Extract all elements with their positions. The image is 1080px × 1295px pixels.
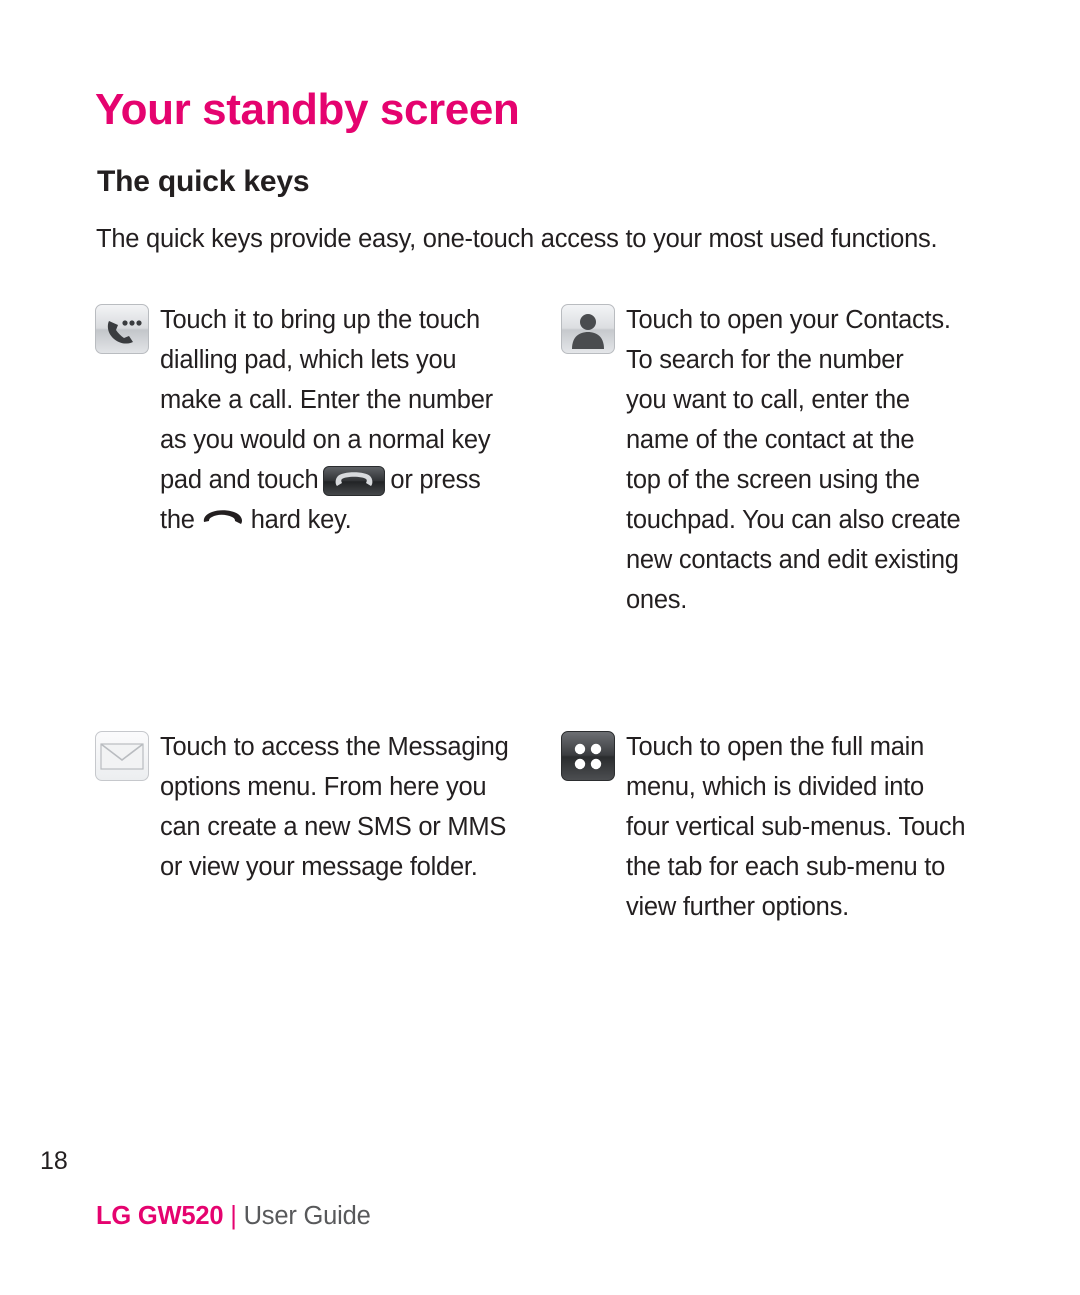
contacts-line-2: To search for the number: [626, 346, 904, 374]
messaging-line-4: or view your message folder.: [160, 853, 478, 881]
section-heading: The quick keys: [97, 164, 310, 198]
call-line-6-post: hard key.: [250, 506, 352, 534]
intro-paragraph: The quick keys provide easy, one-touch a…: [96, 224, 938, 253]
mainmenu-line-4: the tab for each sub-menu to: [626, 853, 946, 881]
page-title: Your standby screen: [95, 85, 520, 135]
main-menu-quick-key-text: Touch to open the full main menu, which …: [626, 727, 1026, 927]
main-menu-quick-key-icon: [561, 731, 615, 781]
call-line-2: dialling pad, which lets you: [160, 346, 457, 374]
call-line-5-post: or press: [390, 466, 481, 494]
end-call-hard-key-icon: [200, 506, 246, 536]
call-quick-key-text: Touch it to bring up the touch dialling …: [160, 300, 540, 540]
contacts-quick-key-text: Touch to open your Contacts. To search f…: [626, 300, 1026, 620]
call-line-6: the hard key.: [160, 500, 540, 540]
call-line-5-pre: pad and touch: [160, 466, 319, 494]
call-quick-key-icon: [95, 304, 149, 354]
call-line-4: as you would on a normal key: [160, 426, 491, 454]
mainmenu-line-1: Touch to open the full main: [626, 733, 925, 761]
send-key-icon: [323, 466, 386, 496]
footer-text: User Guide: [243, 1202, 371, 1230]
contacts-line-3: you want to call, enter the: [626, 386, 910, 414]
call-line-6-pre: the: [160, 506, 195, 534]
footer-brand-name: LG GW520: [96, 1202, 224, 1230]
contacts-line-4: name of the contact at the: [626, 426, 915, 454]
manual-page: Your standby screen The quick keys The q…: [0, 0, 1080, 1295]
messaging-line-2: options menu. From here you: [160, 773, 487, 801]
contacts-line-8: ones.: [626, 586, 688, 614]
messaging-quick-key-text: Touch to access the Messaging options me…: [160, 727, 550, 887]
contacts-line-5: top of the screen using the: [626, 466, 920, 494]
call-line-1: Touch it to bring up the touch: [160, 306, 480, 334]
contacts-quick-key-icon: [561, 304, 615, 354]
contacts-line-7: new contacts and edit existing: [626, 546, 959, 574]
mainmenu-line-2: menu, which is divided into: [626, 773, 924, 801]
mainmenu-line-5: view further options.: [626, 893, 849, 921]
call-line-5: pad and touch or press: [160, 460, 540, 500]
footer: LG GW520 | User Guide: [96, 1202, 371, 1231]
call-line-3: make a call. Enter the number: [160, 386, 493, 414]
messaging-line-3: can create a new SMS or MMS: [160, 813, 507, 841]
mainmenu-line-3: four vertical sub-menus. Touch: [626, 813, 966, 841]
messaging-line-1: Touch to access the Messaging: [160, 733, 509, 761]
contacts-line-6: touchpad. You can also create: [626, 506, 961, 534]
messaging-quick-key-icon: [95, 731, 149, 781]
page-number: 18: [40, 1147, 68, 1175]
contacts-line-1: Touch to open your Contacts.: [626, 306, 951, 334]
footer-separator: |: [230, 1202, 237, 1230]
